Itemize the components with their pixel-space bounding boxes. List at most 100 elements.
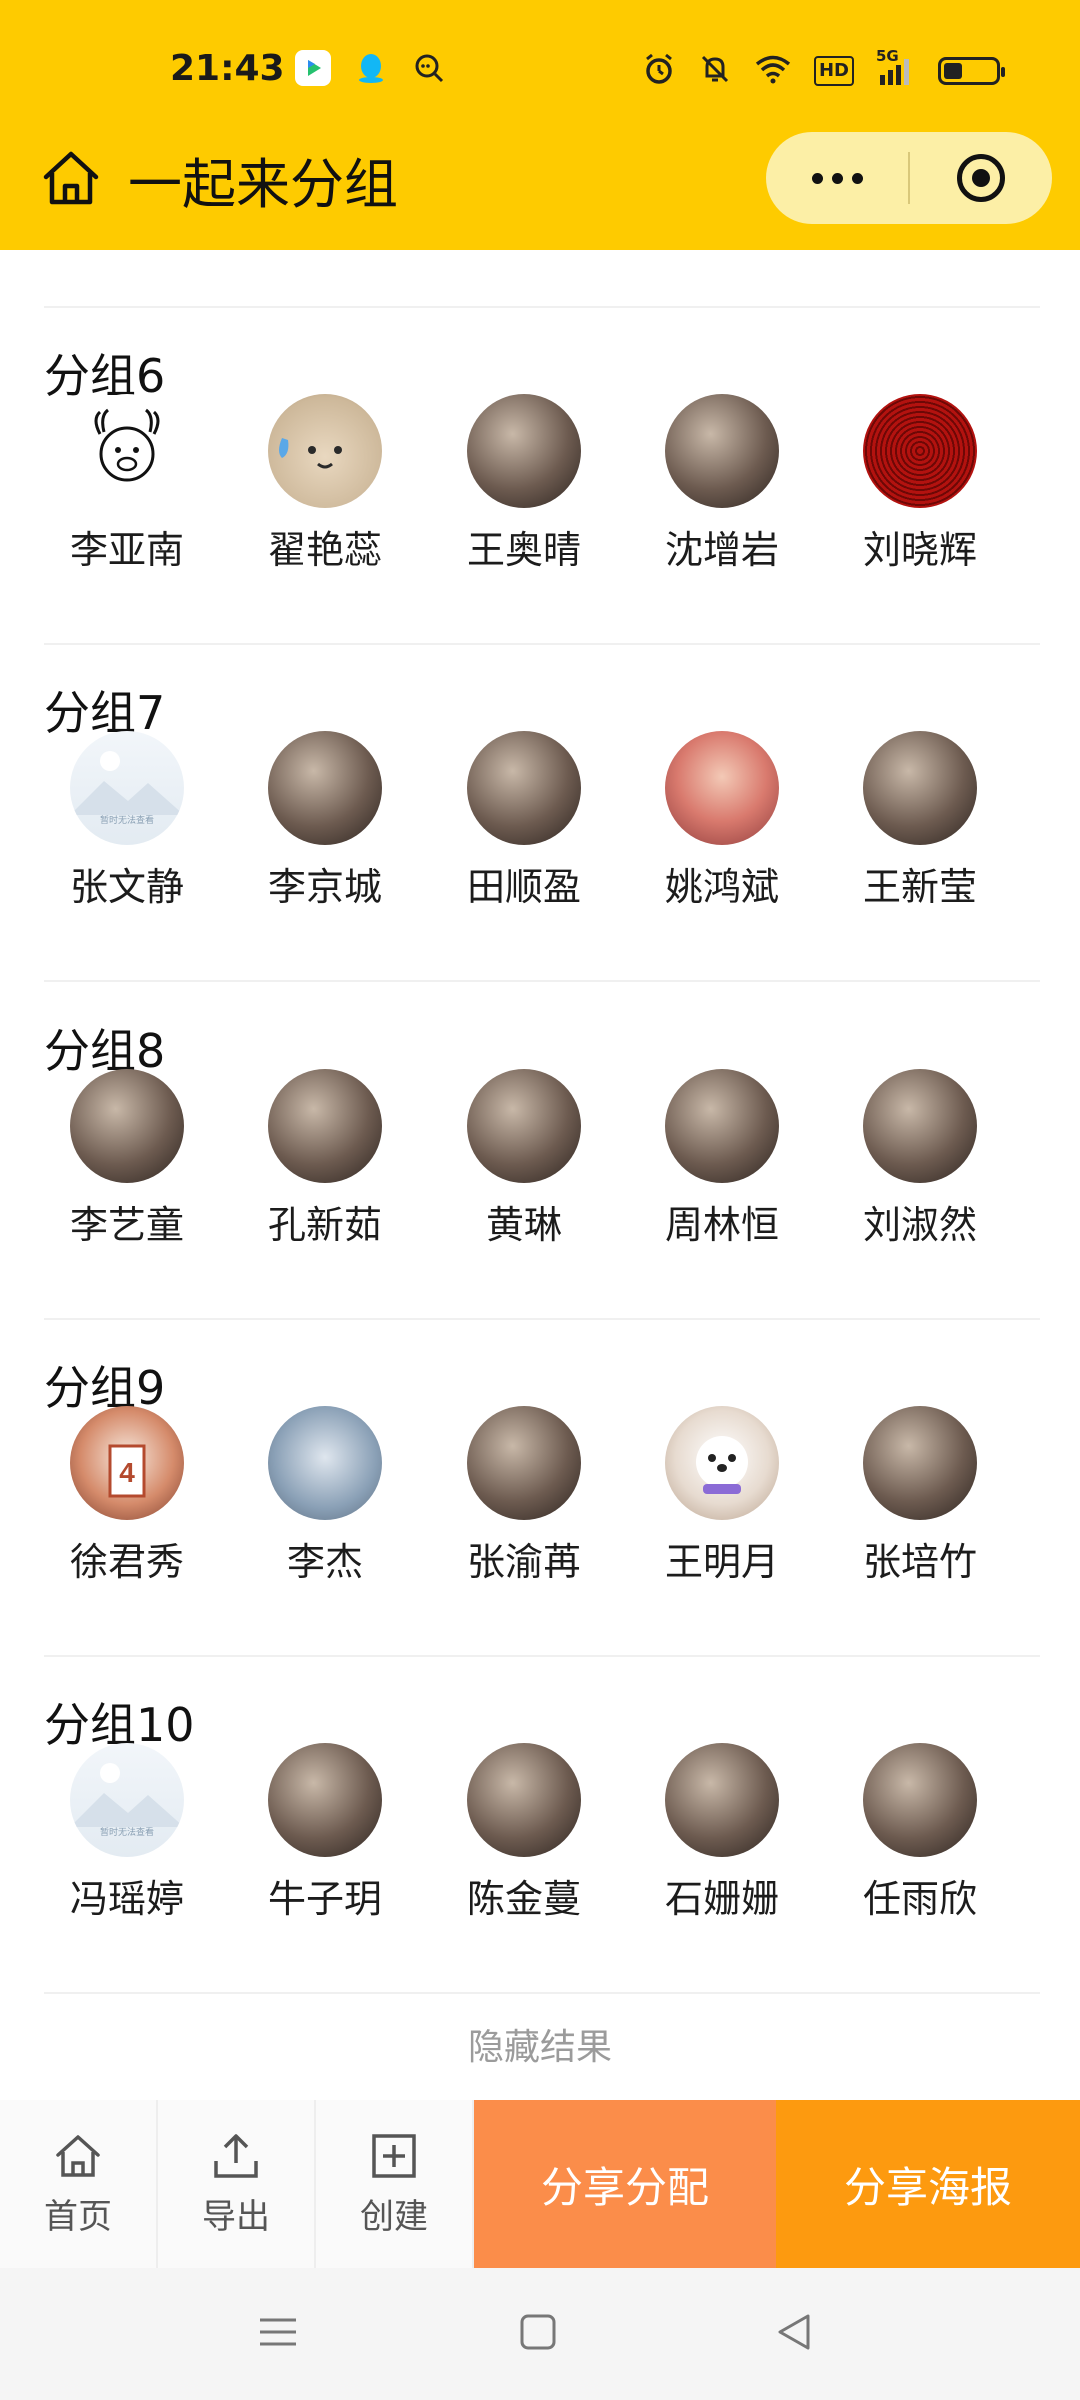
bottom-toolbar: 首页 导出 创建 分享分配 分享海报 (0, 2100, 1080, 2268)
avatar (268, 1406, 382, 1520)
member-item[interactable]: 王明月 (622, 1406, 822, 1586)
home-nav-button[interactable] (518, 2312, 558, 2356)
hd-badge: HD (813, 56, 854, 86)
member-name: 刘晓辉 (862, 528, 977, 572)
member-item[interactable]: 周林恒 (622, 1069, 822, 1249)
member-name: 牛子玥 (267, 1877, 382, 1921)
avatar (863, 731, 977, 845)
avatar (268, 731, 382, 845)
hide-result-button[interactable]: 隐藏结果 (0, 2018, 1080, 2070)
avatar (467, 1406, 581, 1520)
battery-icon (938, 57, 1005, 85)
avatar (665, 394, 779, 508)
member-name: 冯瑶婷 (69, 1877, 184, 1921)
member-item[interactable]: 沈增岩 (622, 394, 822, 574)
dog-icon (696, 1436, 748, 1494)
avatar: 4 (70, 1406, 184, 1520)
member-name: 沈增岩 (664, 528, 779, 572)
menu-nav-button[interactable] (258, 2312, 298, 2356)
member-item[interactable]: 石姗姗 (622, 1743, 822, 1923)
avatar (268, 394, 382, 508)
member-item[interactable]: 翟艳蕊 (225, 394, 425, 574)
export-button[interactable]: 导出 (158, 2100, 316, 2268)
member-name: 王明月 (664, 1540, 779, 1584)
member-item[interactable]: 张培竹 (820, 1406, 1020, 1586)
wifi-icon (754, 54, 792, 88)
group-section: 分组9 4 徐君秀 李杰 张渝苒 王明月 张培竹 (0, 1332, 1080, 1668)
avatar (863, 1069, 977, 1183)
avatar (268, 1743, 382, 1857)
mute-icon (698, 52, 732, 90)
divider (44, 306, 1040, 308)
image-placeholder-icon (70, 751, 184, 815)
member-item[interactable]: 孔新茹 (225, 1069, 425, 1249)
chat-search-icon (411, 50, 447, 86)
placeholder-text: 暂时无法查看 (99, 1828, 154, 1838)
member-item[interactable]: 李京城 (225, 731, 425, 911)
member-item[interactable]: 李亚南 (27, 394, 227, 574)
qq-icon (353, 50, 389, 86)
more-button[interactable] (766, 132, 908, 224)
member-item[interactable]: 4 徐君秀 (27, 1406, 227, 1586)
member-name: 石姗姗 (664, 1877, 779, 1921)
member-item[interactable]: 姚鸿斌 (622, 731, 822, 911)
home-outline-icon (56, 2134, 100, 2177)
member-name: 张文静 (69, 865, 184, 909)
previous-group-cutoff (0, 250, 1080, 268)
home-tab-button[interactable]: 首页 (0, 2100, 158, 2268)
member-item[interactable]: 刘晓辉 (820, 394, 1020, 574)
divider (44, 643, 1040, 645)
signal-icon: 5G (876, 47, 916, 87)
avatar (70, 394, 184, 508)
member-name: 李亚南 (69, 528, 184, 572)
member-item[interactable]: 张渝苒 (424, 1406, 624, 1586)
member-name: 王奥晴 (466, 528, 581, 572)
status-left-icons (295, 50, 447, 86)
member-item[interactable]: 牛子玥 (225, 1743, 425, 1923)
avatar (467, 1069, 581, 1183)
member-item[interactable]: 黄琳 (424, 1069, 624, 1249)
member-item[interactable]: 陈金蔓 (424, 1743, 624, 1923)
create-button[interactable]: 创建 (316, 2100, 474, 2268)
member-item[interactable]: 任雨欣 (820, 1743, 1020, 1923)
member-name: 姚鸿斌 (664, 865, 779, 909)
member-item[interactable]: 刘淑然 (820, 1069, 1020, 1249)
group-section: 分组7 暂时无法查看 张文静 李京城 田顺盈 姚鸿斌 王新莹 (0, 657, 1080, 993)
divider (44, 1318, 1040, 1320)
member-item[interactable]: 暂时无法查看 冯瑶婷 (27, 1743, 227, 1923)
avatar: 暂时无法查看 (70, 1743, 184, 1857)
export-label: 导出 (202, 2196, 270, 2237)
member-name: 刘淑然 (862, 1203, 977, 1247)
member-item[interactable]: 李艺童 (27, 1069, 227, 1249)
add-square-icon (372, 2133, 416, 2178)
share-assign-button[interactable]: 分享分配 (474, 2100, 776, 2268)
avatar (863, 394, 977, 508)
jersey-icon: 4 (108, 1444, 146, 1498)
group-section: 分组6 李亚南 翟艳蕊 王奥晴 沈增岩 刘晓辉 (0, 320, 1080, 656)
member-item[interactable]: 李杰 (225, 1406, 425, 1586)
member-name: 任雨欣 (862, 1877, 977, 1921)
divider (44, 980, 1040, 982)
member-name: 王新莹 (862, 865, 977, 909)
avatar (665, 731, 779, 845)
member-item[interactable]: 田顺盈 (424, 731, 624, 911)
image-placeholder-icon (70, 1763, 184, 1827)
member-name: 李艺童 (69, 1203, 184, 1247)
close-mini-program-button[interactable] (910, 132, 1052, 224)
home-icon[interactable] (40, 147, 102, 213)
back-triangle-icon (778, 2314, 810, 2350)
back-nav-button[interactable] (774, 2312, 814, 2356)
member-name: 徐君秀 (69, 1540, 184, 1584)
export-icon (214, 2133, 258, 2178)
member-name: 黄琳 (485, 1203, 562, 1247)
status-time: 21:43 (170, 48, 285, 89)
share-poster-button[interactable]: 分享海报 (776, 2100, 1080, 2268)
member-item[interactable]: 王奥晴 (424, 394, 624, 574)
video-app-icon (295, 50, 331, 86)
alarm-icon (642, 52, 676, 90)
home-tab-label: 首页 (44, 2196, 112, 2237)
member-item[interactable]: 王新莹 (820, 731, 1020, 911)
avatar (70, 1069, 184, 1183)
member-item[interactable]: 暂时无法查看 张文静 (27, 731, 227, 911)
member-name: 孔新茹 (267, 1203, 382, 1247)
